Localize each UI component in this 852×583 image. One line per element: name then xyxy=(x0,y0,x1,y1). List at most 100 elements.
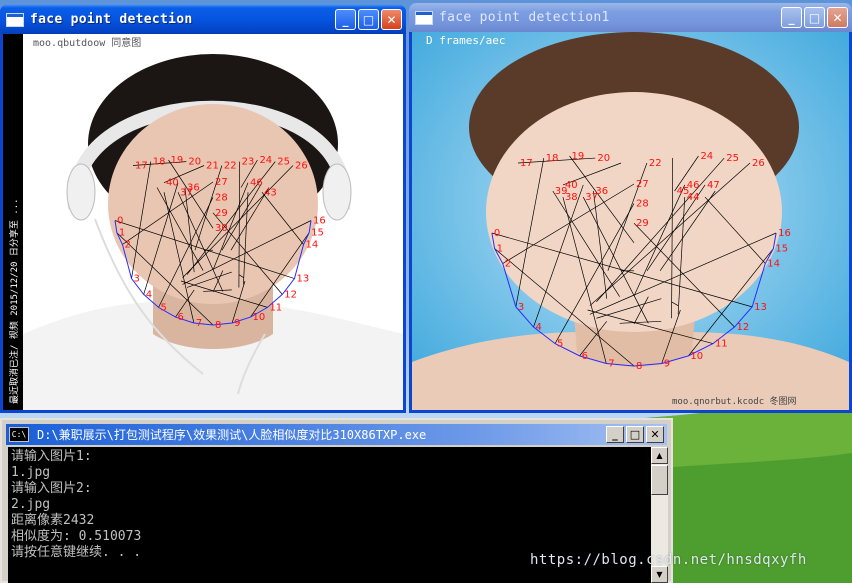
landmark-label: 26 xyxy=(295,161,308,172)
landmark-label: 2 xyxy=(505,259,511,270)
landmark-label: 28 xyxy=(215,192,228,203)
landmark-label: 6 xyxy=(582,351,588,362)
landmark-label: 27 xyxy=(215,177,228,188)
face-detection-window: face point detection _ □ ✕ 0 1 2 3 4 5 6 7 8 9 10 1… xyxy=(0,5,406,413)
landmark-label: 24 xyxy=(259,155,272,166)
landmark-label: 22 xyxy=(649,158,662,169)
landmark-label: 4 xyxy=(146,289,152,300)
landmark-label: 13 xyxy=(296,274,309,285)
landmark-label: 28 xyxy=(636,199,649,210)
landmark-label: 5 xyxy=(161,302,167,313)
landmark-label: 1 xyxy=(119,228,125,239)
landmark-label: 0 xyxy=(494,228,500,239)
landmark-label: 46 xyxy=(687,180,700,191)
landmark-label: 25 xyxy=(726,153,739,164)
minimize-button[interactable]: _ xyxy=(335,9,356,30)
landmark-label: 14 xyxy=(306,239,319,250)
landmark-label: 16 xyxy=(778,228,791,239)
title-bar[interactable]: face point detection _ □ ✕ xyxy=(0,5,406,34)
landmark-label: 12 xyxy=(736,322,749,333)
landmark-label: 4 xyxy=(536,322,542,333)
console-icon: C:\ xyxy=(9,427,29,442)
face-2-top-overlay-text: D frames/aec xyxy=(426,34,505,47)
maximize-button[interactable]: □ xyxy=(626,426,644,443)
console-line: 请输入图片2: xyxy=(11,481,92,496)
landmark-label: 18 xyxy=(546,153,559,164)
landmark-label: 6 xyxy=(177,312,183,323)
landmark-label: 13 xyxy=(754,302,767,313)
landmark-label: 19 xyxy=(171,155,184,166)
window-icon xyxy=(415,10,433,25)
landmark-label: 17 xyxy=(135,161,148,172)
title-bar[interactable]: face point detection1 _ □ ✕ xyxy=(409,3,852,32)
console-line: 距离像素2432 xyxy=(11,513,95,528)
landmark-label: 15 xyxy=(775,244,788,255)
console-title-bar[interactable]: C:\ D:\兼职展示\打包测试程序\效果测试\人脸相似度对比310X86TXP… xyxy=(6,424,667,445)
scroll-up-arrow-icon[interactable]: ▲ xyxy=(651,447,668,464)
window-title: face point detection xyxy=(30,12,193,27)
face-1-side-overlay-text: 最近取消已注/ 视频 2015/12/20 日分享至 ... xyxy=(8,198,20,404)
landmark-label: 21 xyxy=(206,161,219,172)
face-detection1-window: face point detection1 _ □ ✕ 0 1 2 3 4 5 6 7 8 9 10… xyxy=(409,3,852,413)
landmark-label: 5 xyxy=(557,339,563,350)
landmark-label: 16 xyxy=(313,216,326,227)
landmark-label: 40 xyxy=(565,180,578,191)
minimize-button[interactable]: _ xyxy=(781,7,802,28)
landmark-label: 46 xyxy=(250,178,263,189)
landmark-label: 22 xyxy=(224,161,237,172)
close-button[interactable]: ✕ xyxy=(646,426,664,443)
landmark-label: 37 xyxy=(585,192,598,203)
face-image-1: 0 1 2 3 4 5 6 7 8 9 10 11 12 13 14 15 16 17 18 19 20 21 22 23 24… xyxy=(3,34,403,410)
landmark-label: 29 xyxy=(636,218,649,229)
maximize-button[interactable]: □ xyxy=(358,9,379,30)
console-line: 相似度为: 0.510073 xyxy=(11,529,142,544)
blog-watermark: https://blog.csdn.net/hnsdqxyfh xyxy=(530,552,807,568)
landmark-label: 18 xyxy=(153,157,166,168)
landmark-label: 8 xyxy=(636,361,642,372)
landmark-label: 47 xyxy=(707,180,720,191)
landmark-label: 7 xyxy=(608,358,614,369)
landmark-label: 0 xyxy=(117,216,123,227)
landmark-label: 29 xyxy=(215,208,228,219)
close-button[interactable]: ✕ xyxy=(381,9,402,30)
landmark-label: 10 xyxy=(690,351,703,362)
landmark-label: 11 xyxy=(715,339,728,350)
landmark-label: 25 xyxy=(277,157,290,168)
landmark-label: 26 xyxy=(752,158,765,169)
close-button[interactable]: ✕ xyxy=(827,7,848,28)
face-photo-2: 01234567 8 91011121314151617 18 19 20 2224 25 26… xyxy=(412,32,849,410)
landmark-label: 12 xyxy=(284,289,297,300)
landmark-label: 9 xyxy=(664,358,670,369)
landmark-label: 30 xyxy=(215,223,228,234)
landmark-label: 14 xyxy=(767,259,780,270)
face-2-bottom-overlay-text: moo.qnorbut.kcodc 冬图网 xyxy=(672,395,797,407)
face-photo-1: 01234567 8 91011121314151617 18 19 20 21 22 23 24… xyxy=(3,34,403,410)
landmark-label: 43 xyxy=(264,187,277,198)
window-icon xyxy=(6,12,24,27)
landmark-label: 11 xyxy=(269,302,282,313)
maximize-button[interactable]: □ xyxy=(804,7,825,28)
console-line: 请输入图片1: xyxy=(11,449,92,464)
landmark-label: 17 xyxy=(520,158,533,169)
landmark-label: 9 xyxy=(234,318,240,329)
minimize-button[interactable]: _ xyxy=(606,426,624,443)
scroll-down-arrow-icon[interactable]: ▼ xyxy=(651,566,668,583)
landmark-label: 7 xyxy=(196,318,202,329)
landmark-label: 1 xyxy=(497,244,503,255)
landmark-label: 10 xyxy=(253,312,266,323)
landmark-label: 23 xyxy=(242,157,255,168)
console-line: 1.jpg xyxy=(11,465,51,480)
window-title: face point detection1 xyxy=(439,10,610,25)
landmark-label: 37 xyxy=(180,187,193,198)
landmark-label: 27 xyxy=(636,179,649,190)
landmark-label: 19 xyxy=(572,151,585,162)
landmark-label: 3 xyxy=(134,274,140,285)
face-image-2: 0 1 2 3 4 5 6 7 8 9 10 11 12 13 14 15 16 17 18 19 20 22 24 25 26… xyxy=(412,32,849,410)
face-1-top-overlay-text: moo.qbutdoow 同意图 xyxy=(33,36,141,49)
landmark-label: 8 xyxy=(215,320,221,331)
scroll-thumb[interactable] xyxy=(651,465,668,495)
landmark-label: 15 xyxy=(311,228,324,239)
console-title: D:\兼职展示\打包测试程序\效果测试\人脸相似度对比310X86TXP.exe xyxy=(37,428,427,442)
landmark-label: 20 xyxy=(188,157,201,168)
landmark-label: 3 xyxy=(518,302,524,313)
